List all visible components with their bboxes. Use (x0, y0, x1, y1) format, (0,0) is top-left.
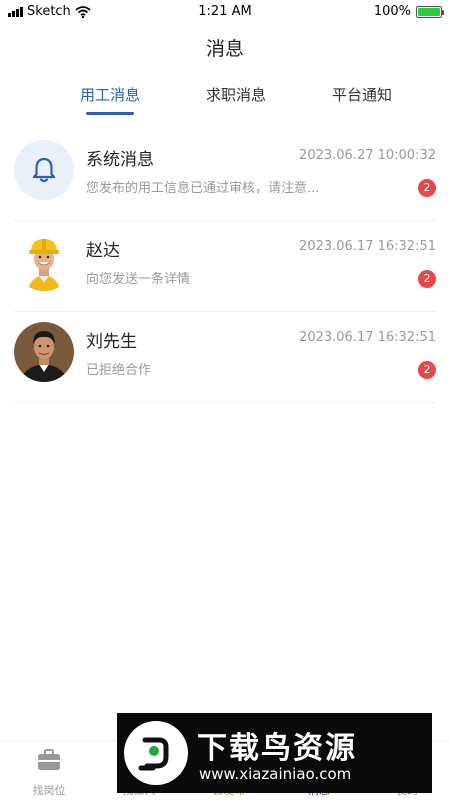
message-time: 2023.06.17 16:32:51 (299, 239, 436, 254)
list-item[interactable]: 赵达 2023.06.17 16:32:51 向您发送一条详情 2 (14, 221, 436, 312)
message-preview: 向您发送一条详情 (86, 272, 191, 287)
tabbar-label: 找岗位 (32, 784, 66, 797)
bell-icon (32, 157, 56, 183)
message-sender: 刘先生 (86, 332, 137, 352)
unread-badge: 2 (418, 270, 436, 288)
man-avatar-icon (14, 322, 74, 382)
watermark-logo (124, 721, 188, 785)
tab-employment-messages[interactable]: 用工消息 (50, 84, 170, 115)
message-tabs: 用工消息 求职消息 平台通知 (0, 84, 450, 120)
unread-badge: 2 (418, 361, 436, 379)
avatar (14, 231, 74, 291)
watermark-banner: 下载鸟资源 www.xiazainiao.com (117, 713, 432, 793)
message-sender: 系统消息 (86, 150, 154, 170)
briefcase-icon (38, 749, 60, 770)
list-item[interactable]: 刘先生 2023.06.17 16:32:51 已拒绝合作 2 (14, 312, 436, 403)
message-preview: 您发布的用工信息已通过审核，请注意... (86, 181, 320, 196)
message-list: 系统消息 2023.06.27 10:00:32 您发布的用工信息已通过审核，请… (0, 130, 450, 403)
watermark-url: www.xiazainiao.com (199, 765, 352, 783)
unread-badge: 2 (418, 179, 436, 197)
battery-percent: 100% (373, 4, 411, 19)
page-title: 消息 (205, 38, 244, 60)
message-time: 2023.06.27 10:00:32 (299, 148, 436, 163)
tab-job-messages[interactable]: 求职消息 (176, 84, 296, 105)
status-bar: Sketch 1:21 AM 100% (0, 0, 450, 24)
tab-label: 平台通知 (331, 86, 392, 104)
message-preview: 已拒绝合作 (86, 363, 152, 378)
status-right: 100% (373, 4, 444, 19)
bird-logo-icon (138, 737, 169, 771)
avatar (14, 140, 74, 200)
tab-platform-notices[interactable]: 平台通知 (302, 84, 422, 105)
battery-icon (416, 5, 444, 18)
tab-label: 用工消息 (79, 86, 140, 104)
tab-label: 求职消息 (205, 86, 266, 104)
list-item[interactable]: 系统消息 2023.06.27 10:00:32 您发布的用工信息已通过审核，请… (14, 130, 436, 221)
watermark-title: 下载鸟资源 (197, 731, 357, 766)
worker-avatar-icon (14, 231, 74, 291)
message-sender: 赵达 (86, 241, 120, 261)
tab-active-indicator (86, 112, 134, 115)
tabbar-item-find-jobs[interactable]: 找岗位 (4, 747, 94, 798)
battery-fill (418, 7, 440, 16)
message-time: 2023.06.17 16:32:51 (299, 330, 436, 345)
avatar (14, 322, 74, 382)
